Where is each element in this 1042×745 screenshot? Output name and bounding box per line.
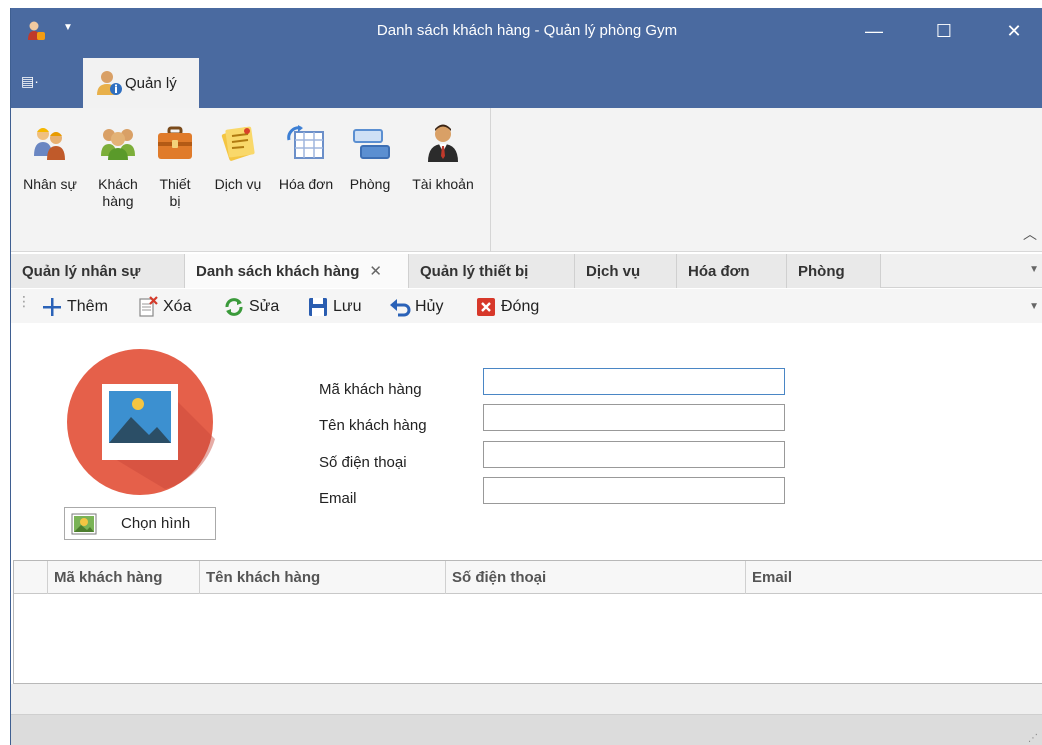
close-form-button[interactable]: Đóng: [475, 295, 539, 319]
customer-name-field[interactable]: [483, 404, 785, 431]
delete-document-icon: [137, 296, 159, 318]
ribbon-tab-label: Quản lý: [125, 74, 177, 92]
close-tab-icon[interactable]: ✕: [369, 262, 382, 280]
delete-button[interactable]: Xóa: [137, 295, 191, 319]
account-icon: [422, 122, 464, 164]
tab-danh-sach-khach-hang[interactable]: Danh sách khách hàng ✕: [185, 254, 409, 288]
tab-label: Danh sách khách hàng: [196, 262, 360, 280]
close-red-icon: [475, 296, 497, 318]
tab-dich-vu[interactable]: Dịch vụ: [575, 254, 677, 288]
ribbon-button-label: Thiết bị: [159, 176, 191, 209]
phone-field[interactable]: [483, 441, 785, 468]
ribbon-group-manage: Nhân sự Khách hàng Thiết bị Dịch vụ Hóa …: [11, 108, 491, 252]
close-button[interactable]: ✕: [989, 8, 1039, 54]
tab-label: Quản lý thiết bị: [420, 262, 529, 280]
status-bar: ⋰: [11, 714, 1042, 745]
customer-name-label: Tên khách hàng: [319, 417, 427, 434]
undo-icon: [389, 296, 411, 318]
room-panels-icon: [349, 122, 391, 164]
notes-icon: [217, 122, 259, 164]
edit-label: Sửa: [249, 298, 280, 315]
briefcase-icon: [154, 122, 196, 164]
save-button[interactable]: Lưu: [307, 295, 362, 319]
invoice-table-icon: [285, 122, 327, 164]
ribbon-body: Nhân sự Khách hàng Thiết bị Dịch vụ Hóa …: [11, 108, 1042, 252]
ribbon-button-hoa-don[interactable]: Hóa đơn: [275, 122, 337, 193]
ribbon-button-label: Khách hàng: [98, 176, 138, 209]
tab-label: Quản lý nhân sự: [22, 262, 141, 280]
grid-footer-area: [11, 684, 1042, 714]
cancel-button[interactable]: Hủy: [389, 295, 443, 319]
column-header-email[interactable]: Email: [746, 561, 1042, 594]
tab-quan-ly-nhan-su[interactable]: Quản lý nhân sự: [11, 254, 185, 288]
row-indicator-header[interactable]: [14, 561, 48, 594]
cancel-label: Hủy: [415, 298, 444, 315]
customer-photo: [65, 349, 215, 495]
customer-form: Chọn hình Mã khách hàng Tên khách hàng S…: [11, 323, 1042, 557]
floppy-disk-icon: [307, 296, 329, 318]
manager-info-icon: [95, 69, 123, 97]
save-label: Lưu: [333, 298, 362, 315]
image-landscape-icon: [71, 513, 97, 535]
main-window: ▼ Danh sách khách hàng - Quản lý phòng G…: [10, 8, 1042, 745]
ribbon-tab-quan-ly[interactable]: Quản lý: [83, 58, 199, 108]
email-field[interactable]: [483, 477, 785, 504]
collapse-ribbon-icon[interactable]: ︿: [1023, 224, 1037, 244]
customer-id-label: Mã khách hàng: [319, 381, 422, 398]
ribbon-button-label: Tài khoản: [412, 176, 474, 192]
tab-label: Hóa đơn: [688, 262, 750, 280]
toolbar-grip-icon[interactable]: ⋮: [17, 294, 31, 308]
choose-image-button[interactable]: Chọn hình: [64, 507, 216, 540]
choose-image-label: Chọn hình: [121, 515, 191, 532]
tab-hoa-don[interactable]: Hóa đơn: [677, 254, 787, 288]
title-bar: ▼ Danh sách khách hàng - Quản lý phòng G…: [11, 8, 1042, 58]
application-menu-button[interactable]: ▤·: [21, 73, 61, 97]
document-tab-strip: Quản lý nhân sự Danh sách khách hàng ✕ Q…: [11, 254, 1042, 288]
ribbon-button-nhan-su[interactable]: Nhân sự: [19, 122, 81, 193]
ribbon-button-label: Dịch vụ: [214, 176, 262, 192]
grid-header: Mã khách hàng Tên khách hàng Số điện tho…: [14, 561, 1042, 594]
customer-id-field[interactable]: [483, 368, 785, 395]
column-header-customer-name[interactable]: Tên khách hàng: [200, 561, 446, 594]
refresh-icon: [223, 296, 245, 318]
minimize-button[interactable]: —: [849, 8, 899, 54]
tab-label: Dịch vụ: [586, 262, 641, 280]
ribbon-button-label: Nhân sự: [23, 176, 77, 192]
column-header-phone[interactable]: Số điện thoại: [446, 561, 746, 594]
ribbon-button-dich-vu[interactable]: Dịch vụ: [209, 122, 267, 193]
ribbon-button-label: Phòng: [349, 176, 391, 192]
plus-icon: [41, 296, 63, 318]
add-button[interactable]: Thêm: [41, 295, 108, 319]
column-header-customer-id[interactable]: Mã khách hàng: [48, 561, 200, 594]
phone-label: Số điện thoại: [319, 454, 407, 471]
tabs-dropdown-icon[interactable]: ▼: [1029, 264, 1039, 275]
edit-button[interactable]: Sửa: [223, 295, 279, 319]
close-label: Đóng: [501, 298, 540, 315]
ribbon-button-label: Hóa đơn: [278, 176, 334, 192]
resize-grip-icon[interactable]: ⋰: [1028, 734, 1038, 744]
ribbon-tab-row: ▤· Quản lý: [11, 58, 1042, 108]
tab-phong[interactable]: Phòng: [787, 254, 881, 288]
toolbar-options-icon[interactable]: ▼: [1029, 301, 1039, 312]
ribbon-button-phong[interactable]: Phòng: [345, 122, 395, 193]
workers-icon: [29, 122, 71, 164]
ribbon-button-khach-hang[interactable]: Khách hàng: [93, 122, 143, 210]
tab-quan-ly-thiet-bi[interactable]: Quản lý thiết bị: [409, 254, 575, 288]
ribbon-button-tai-khoan[interactable]: Tài khoản: [405, 122, 481, 193]
customer-grid[interactable]: Mã khách hàng Tên khách hàng Số điện tho…: [13, 560, 1042, 684]
ribbon-button-thiet-bi[interactable]: Thiết bị: [151, 122, 199, 210]
delete-label: Xóa: [163, 298, 192, 315]
customers-icon: [97, 122, 139, 164]
tab-label: Phòng: [798, 262, 845, 280]
action-toolbar: ⋮ Thêm Xóa Sửa Lưu Hủy Đóng ▼: [11, 289, 1042, 323]
add-label: Thêm: [67, 298, 108, 315]
email-label: Email: [319, 490, 357, 507]
maximize-button[interactable]: ☐: [919, 8, 969, 54]
